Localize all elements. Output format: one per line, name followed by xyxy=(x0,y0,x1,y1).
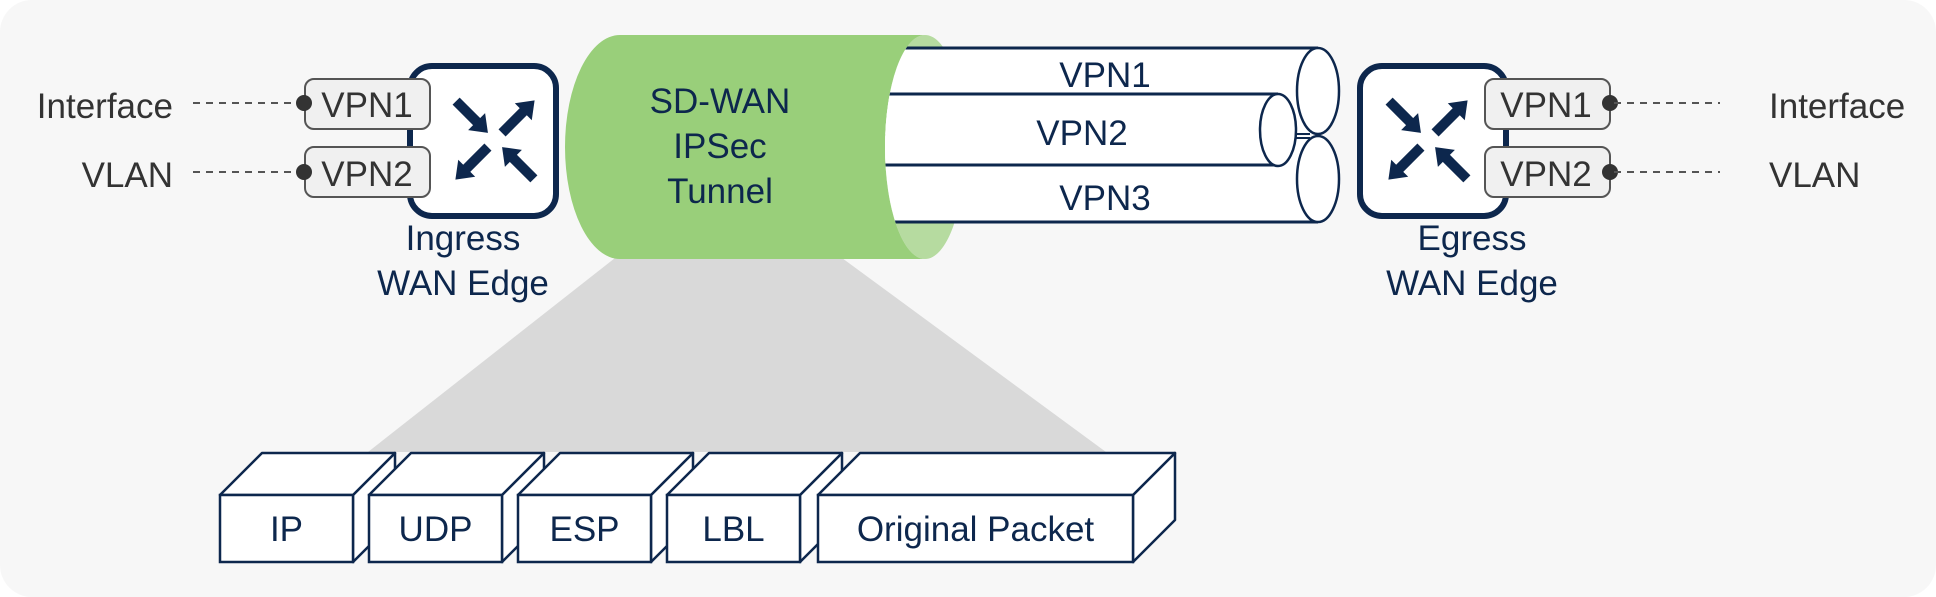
tunnel-label-line1: SD-WAN xyxy=(650,82,791,121)
vpn-pipe-vpn1-label: VPN1 xyxy=(1059,56,1150,95)
egress-port-vpn2-label: VPN2 xyxy=(1500,155,1591,194)
vpn3-pipe-end xyxy=(1295,134,1341,224)
packet-field-label: LBL xyxy=(702,510,764,549)
sdwan-diagram: Interface VLAN VPN1 VPN2 Ingress WAN Edg… xyxy=(37,35,1905,564)
egress-router-label-line2: WAN Edge xyxy=(1386,264,1558,303)
packet-field-label: Original Packet xyxy=(857,510,1095,549)
ingress-port-vpn1-label: VPN1 xyxy=(321,86,412,125)
packet-field-label: ESP xyxy=(549,510,619,549)
egress-side-labels: Interface VLAN xyxy=(1614,87,1905,195)
tunnel-label-line2: IPSec xyxy=(673,127,766,166)
ingress-port-vpn2[interactable]: VPN2 xyxy=(296,146,431,198)
packet-field-lbl[interactable]: LBL xyxy=(665,451,844,564)
ingress-router-label-line1: Ingress xyxy=(406,219,521,258)
egress-interface-label: Interface xyxy=(1769,87,1905,126)
packet-field-label: IP xyxy=(270,510,303,549)
ingress-router[interactable] xyxy=(407,63,559,219)
egress-port-vpn1-label: VPN1 xyxy=(1500,86,1591,125)
ingress-vlan-label: VLAN xyxy=(82,156,173,195)
vpn1-pipe-end xyxy=(1295,46,1341,136)
vpn-pipe-vpn3-label: VPN3 xyxy=(1059,179,1150,218)
ingress-port-vpn1-connector xyxy=(296,95,312,111)
ingress-port-vpn1[interactable]: VPN1 xyxy=(296,78,431,130)
egress-port-vpn2[interactable]: VPN2 xyxy=(1484,146,1618,198)
vpn-pipe-vpn2-label: VPN2 xyxy=(1036,114,1127,153)
packet-field-label: UDP xyxy=(399,510,473,549)
ingress-router-box xyxy=(407,63,559,219)
packet-field-top-face xyxy=(816,451,1177,497)
egress-port-vpn1[interactable]: VPN1 xyxy=(1484,78,1618,130)
packet-structure: IP UDP ESP LBL Original Packet xyxy=(218,451,1177,564)
packet-field-original-packet[interactable]: Original Packet xyxy=(816,451,1177,564)
tunnel-label-line3: Tunnel xyxy=(667,172,773,211)
ingress-side-labels: Interface VLAN xyxy=(37,87,300,195)
ingress-router-label-line2: WAN Edge xyxy=(377,264,549,303)
vpn2-pipe-end xyxy=(1258,92,1298,168)
egress-vlan-label: VLAN xyxy=(1769,156,1860,195)
ingress-port-vpn2-label: VPN2 xyxy=(321,155,412,194)
ingress-interface-label: Interface xyxy=(37,87,173,126)
egress-router-label-line1: Egress xyxy=(1418,219,1527,258)
ingress-port-vpn2-connector xyxy=(296,164,312,180)
